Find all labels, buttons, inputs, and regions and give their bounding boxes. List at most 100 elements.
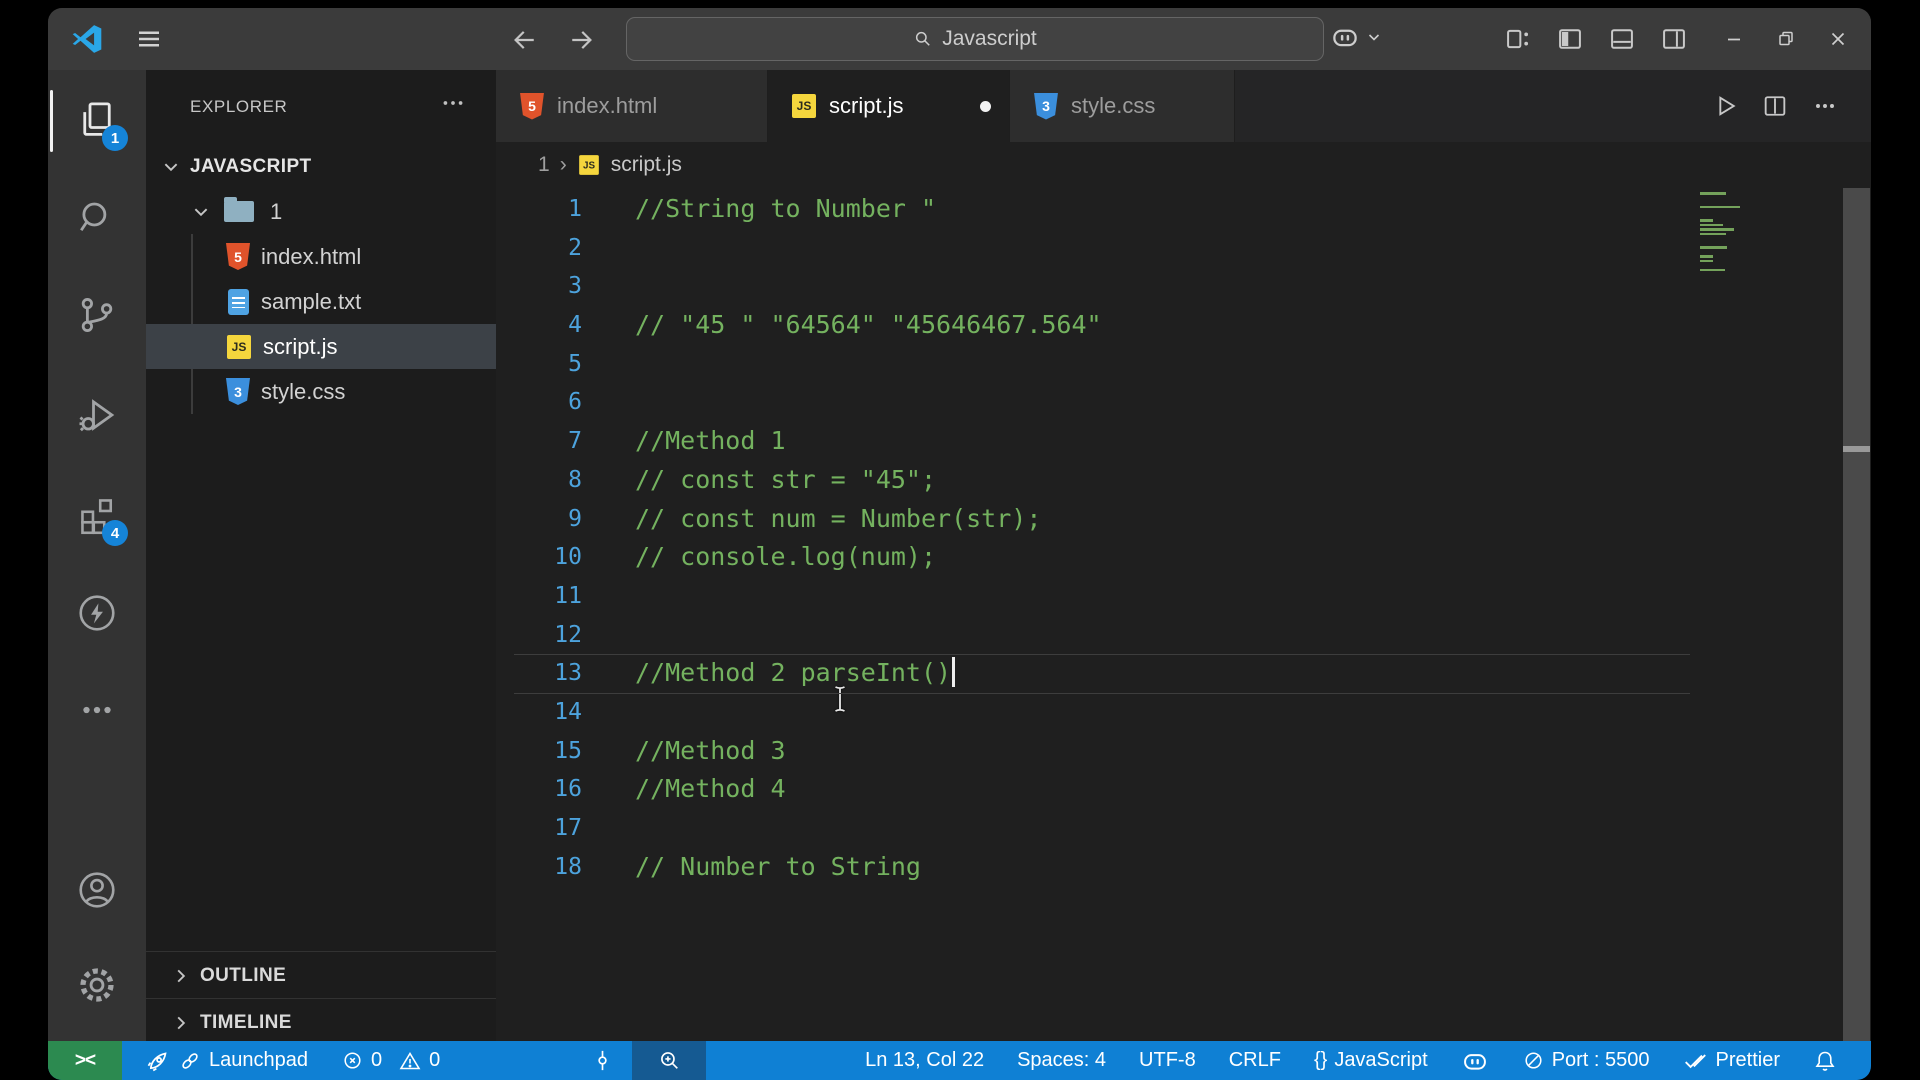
- launchpad-item[interactable]: Launchpad: [145, 1048, 308, 1074]
- code-line[interactable]: // const str = "45";: [635, 461, 1102, 500]
- code-line[interactable]: [635, 229, 1102, 268]
- source-control-icon[interactable]: [73, 291, 121, 339]
- toggle-panel-icon[interactable]: [1602, 19, 1642, 59]
- tab-style-css[interactable]: 3 style.css: [1010, 70, 1235, 142]
- line-number[interactable]: 3: [496, 267, 582, 306]
- line-number[interactable]: 2: [496, 229, 582, 268]
- code-line[interactable]: //Method 4: [635, 770, 1102, 809]
- line-number[interactable]: 14: [496, 693, 582, 732]
- search-view-icon[interactable]: [73, 194, 121, 242]
- code-line[interactable]: //Method 3: [635, 732, 1102, 771]
- line-number[interactable]: 11: [496, 577, 582, 616]
- editor-group: 5 index.html JS script.js 3 style.css 1 …: [496, 70, 1871, 1041]
- line-number[interactable]: 5: [496, 345, 582, 384]
- run-debug-icon[interactable]: [73, 391, 121, 439]
- back-arrow-icon[interactable]: [510, 25, 540, 55]
- file-row-index-html[interactable]: 5 index.html: [146, 234, 496, 279]
- outline-panel-header[interactable]: OUTLINE: [146, 951, 496, 999]
- more-actions-icon[interactable]: [1807, 88, 1843, 124]
- code-line[interactable]: // const num = Number(str);: [635, 500, 1102, 539]
- breadcrumb-folder[interactable]: 1: [538, 153, 550, 177]
- restore-icon[interactable]: [1760, 8, 1812, 70]
- split-editor-icon[interactable]: [1757, 88, 1793, 124]
- toggle-secondary-sidebar-icon[interactable]: [1654, 19, 1694, 59]
- encoding-item[interactable]: UTF-8: [1139, 1049, 1196, 1072]
- code-line[interactable]: //Method 1: [635, 422, 1102, 461]
- port-item[interactable]: Port : 5500: [1522, 1049, 1650, 1072]
- breadcrumb[interactable]: 1 › JS script.js: [496, 142, 1871, 188]
- line-number[interactable]: 7: [496, 422, 582, 461]
- menu-icon[interactable]: [134, 24, 164, 54]
- code-line[interactable]: [635, 693, 1102, 732]
- code-line[interactable]: [635, 809, 1102, 848]
- close-icon[interactable]: [1812, 8, 1864, 70]
- remote-indicator[interactable]: ><: [48, 1041, 122, 1080]
- minimize-icon[interactable]: [1708, 8, 1760, 70]
- code-line[interactable]: [635, 345, 1102, 384]
- file-row-script-js[interactable]: JS script.js: [146, 324, 496, 369]
- copilot-menu[interactable]: [1330, 22, 1382, 52]
- indentation-item[interactable]: Spaces: 4: [1017, 1049, 1106, 1072]
- problems-item[interactable]: 0 0: [341, 1049, 440, 1073]
- line-number[interactable]: 15: [496, 732, 582, 771]
- forward-arrow-icon[interactable]: [566, 25, 596, 55]
- code-line[interactable]: // "45 " "64564" "45646467.564": [635, 306, 1102, 345]
- code-line[interactable]: //String to Number ": [635, 190, 1102, 229]
- chevron-down-icon: [162, 158, 180, 176]
- braces-icon: {}: [1313, 1049, 1328, 1071]
- extensions-icon[interactable]: 4: [73, 491, 128, 546]
- line-number[interactable]: 9: [496, 500, 582, 539]
- line-number-gutter[interactable]: 1 2 3 4 5 6 7 8 9 10 11 12 13 14 15 16 1: [496, 190, 582, 886]
- cursor-position-item[interactable]: Ln 13, Col 22: [865, 1049, 984, 1072]
- explorer-more-actions-icon[interactable]: [440, 90, 466, 116]
- warnings-count: 0: [429, 1049, 441, 1071]
- line-number[interactable]: 1: [496, 190, 582, 229]
- code-line[interactable]: [635, 577, 1102, 616]
- timeline-panel-header[interactable]: TIMELINE: [146, 998, 496, 1046]
- code-line[interactable]: // console.log(num);: [635, 538, 1102, 577]
- outline-label: OUTLINE: [200, 964, 287, 986]
- line-number[interactable]: 4: [496, 306, 582, 345]
- run-file-icon[interactable]: [1707, 88, 1743, 124]
- code-line[interactable]: [635, 616, 1102, 655]
- minimap[interactable]: [1694, 192, 1770, 302]
- tab-script-js[interactable]: JS script.js: [768, 70, 1010, 142]
- zoom-indicator[interactable]: [632, 1041, 707, 1080]
- code-line[interactable]: [635, 383, 1102, 422]
- file-row-style-css[interactable]: 3 style.css: [146, 369, 496, 414]
- commit-indicator[interactable]: [590, 1048, 615, 1073]
- customize-layout-icon[interactable]: [1498, 19, 1538, 59]
- line-number[interactable]: 10: [496, 538, 582, 577]
- copilot-status-icon[interactable]: [1461, 1047, 1489, 1075]
- code-editor[interactable]: 1 2 3 4 5 6 7 8 9 10 11 12 13 14 15 16 1: [496, 188, 1871, 1041]
- line-number[interactable]: 8: [496, 461, 582, 500]
- line-number[interactable]: 6: [496, 383, 582, 422]
- explorer-icon[interactable]: 1: [73, 96, 128, 151]
- account-icon[interactable]: [73, 866, 121, 914]
- unsaved-changes-dot[interactable]: [980, 100, 991, 112]
- line-number[interactable]: 12: [496, 616, 582, 655]
- command-center-search[interactable]: Javascript: [626, 17, 1324, 61]
- line-number[interactable]: 16: [496, 770, 582, 809]
- settings-gear-icon[interactable]: [73, 961, 121, 1009]
- html-file-icon: 5: [226, 243, 250, 270]
- lightning-icon[interactable]: [73, 589, 121, 637]
- formatter-item[interactable]: Prettier: [1683, 1048, 1780, 1074]
- breadcrumb-file[interactable]: script.js: [611, 153, 682, 177]
- workspace-section-header[interactable]: JAVASCRIPT: [146, 144, 496, 189]
- eol-item[interactable]: CRLF: [1229, 1049, 1281, 1072]
- editor-scrollbar[interactable]: [1843, 188, 1870, 1041]
- toggle-primary-sidebar-icon[interactable]: [1550, 19, 1590, 59]
- more-views-icon[interactable]: [73, 686, 121, 734]
- code-line[interactable]: [635, 267, 1102, 306]
- line-number[interactable]: 18: [496, 848, 582, 887]
- tab-index-html[interactable]: 5 index.html: [496, 70, 768, 142]
- language-item[interactable]: {} JavaScript: [1314, 1049, 1428, 1072]
- code-line[interactable]: // Number to String: [635, 848, 1102, 887]
- folder-row[interactable]: 1: [146, 189, 496, 234]
- code-lines[interactable]: //String to Number " // "45 " "64564" "4…: [635, 190, 1102, 886]
- code-line-current[interactable]: //Method 2 parseInt(): [635, 654, 1102, 693]
- line-number[interactable]: 17: [496, 809, 582, 848]
- file-row-sample-txt[interactable]: sample.txt: [146, 279, 496, 324]
- notifications-bell-icon[interactable]: [1813, 1049, 1837, 1073]
